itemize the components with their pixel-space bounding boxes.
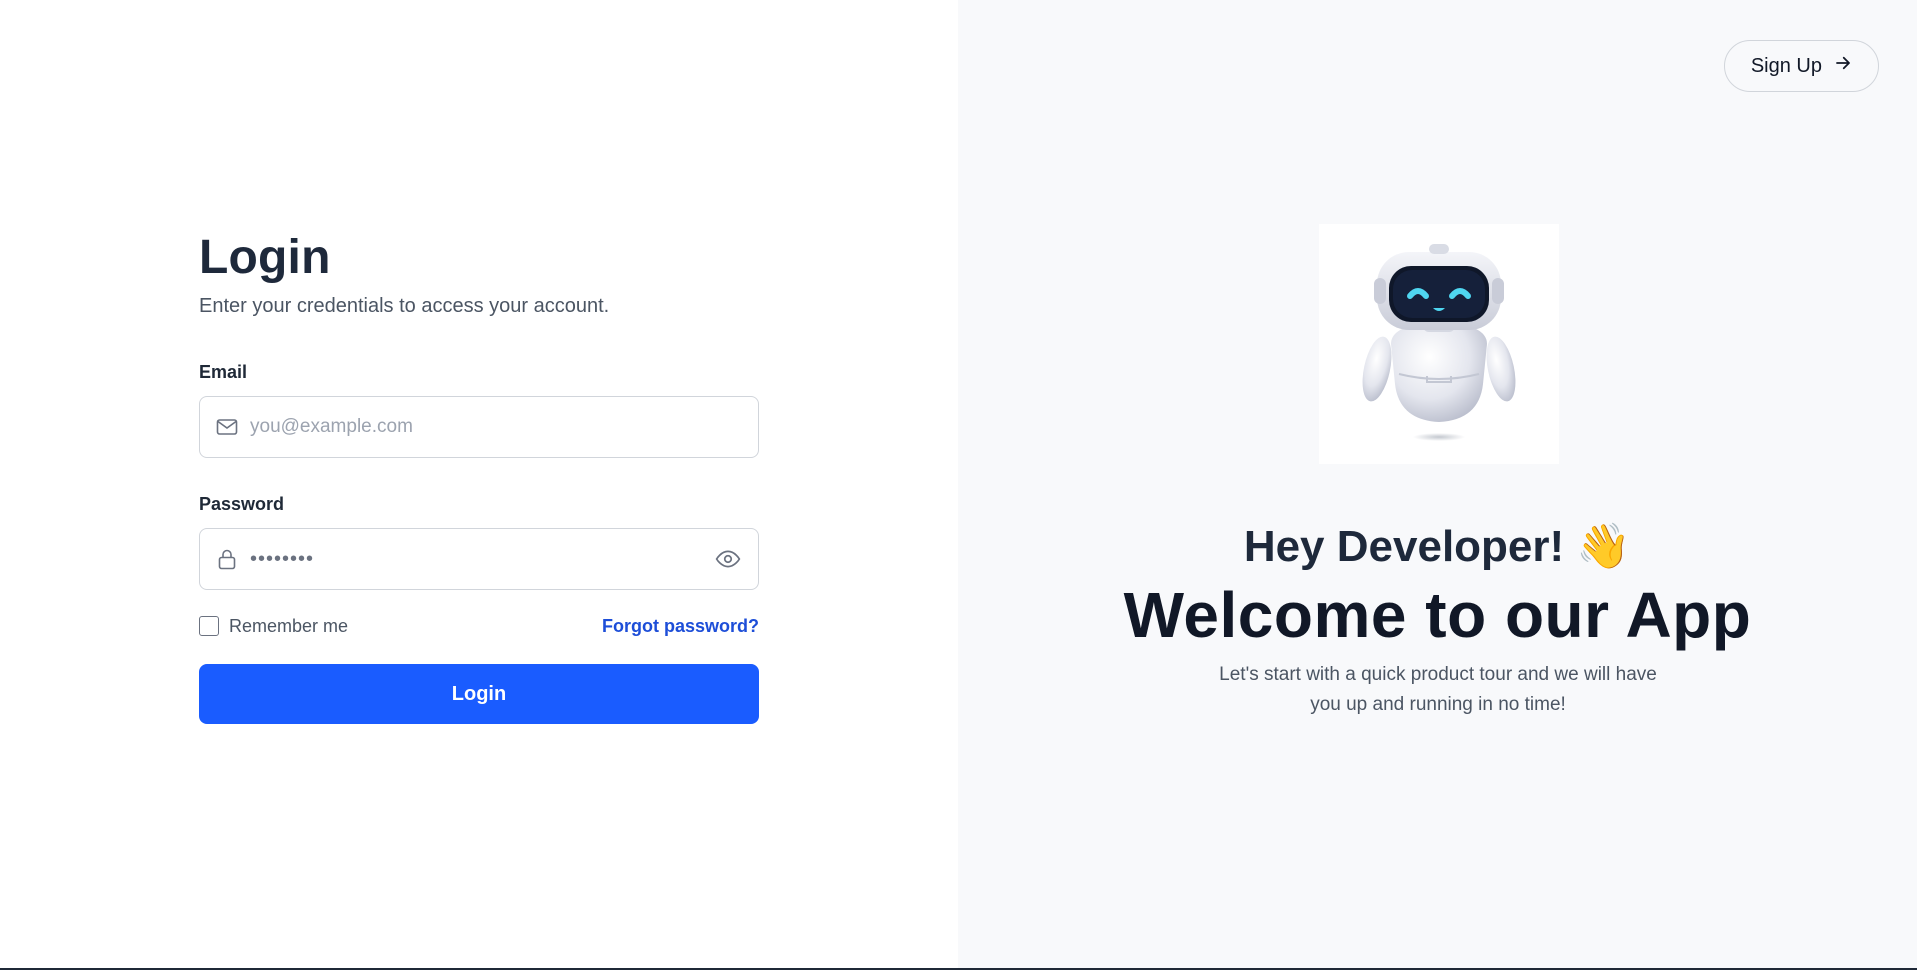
- robot-illustration: [1319, 224, 1559, 464]
- login-button[interactable]: Login: [199, 664, 759, 724]
- email-field[interactable]: [199, 396, 759, 458]
- form-options-row: Remember me Forgot password?: [199, 612, 759, 640]
- welcome-headline: Welcome to our App: [1123, 579, 1752, 651]
- remember-me[interactable]: Remember me: [199, 616, 348, 637]
- mail-icon: [214, 414, 240, 440]
- password-label: Password: [199, 494, 285, 514]
- password-input[interactable]: ••••••••: [250, 548, 714, 571]
- login-panel: Login Enter your credentials to access y…: [0, 0, 958, 968]
- forgot-password-link[interactable]: Forgot password?: [602, 616, 759, 637]
- remember-me-label: Remember me: [229, 615, 349, 636]
- login-form: Login Enter your credentials to access y…: [199, 228, 759, 724]
- page-title: Login: [199, 231, 331, 284]
- sign-up-label: Sign Up: [1750, 54, 1822, 77]
- email-label: Email: [199, 362, 248, 382]
- password-field[interactable]: ••••••••: [199, 528, 759, 590]
- arrow-right-icon: [1834, 54, 1852, 78]
- email-input[interactable]: [250, 407, 742, 447]
- page-subtitle: Enter your credentials to access your ac…: [199, 295, 610, 317]
- welcome-tagline: Let's start with a quick product tour an…: [1219, 664, 1657, 715]
- greeting-heading: Hey Developer! 👋: [1243, 522, 1632, 571]
- welcome-panel: Sign Up Hey Developer! 👋 Welcome to our …: [958, 0, 1917, 968]
- sign-up-button[interactable]: Sign Up: [1723, 40, 1879, 92]
- eye-icon[interactable]: [714, 545, 742, 573]
- lock-icon: [214, 546, 240, 572]
- remember-me-checkbox[interactable]: [199, 616, 219, 636]
